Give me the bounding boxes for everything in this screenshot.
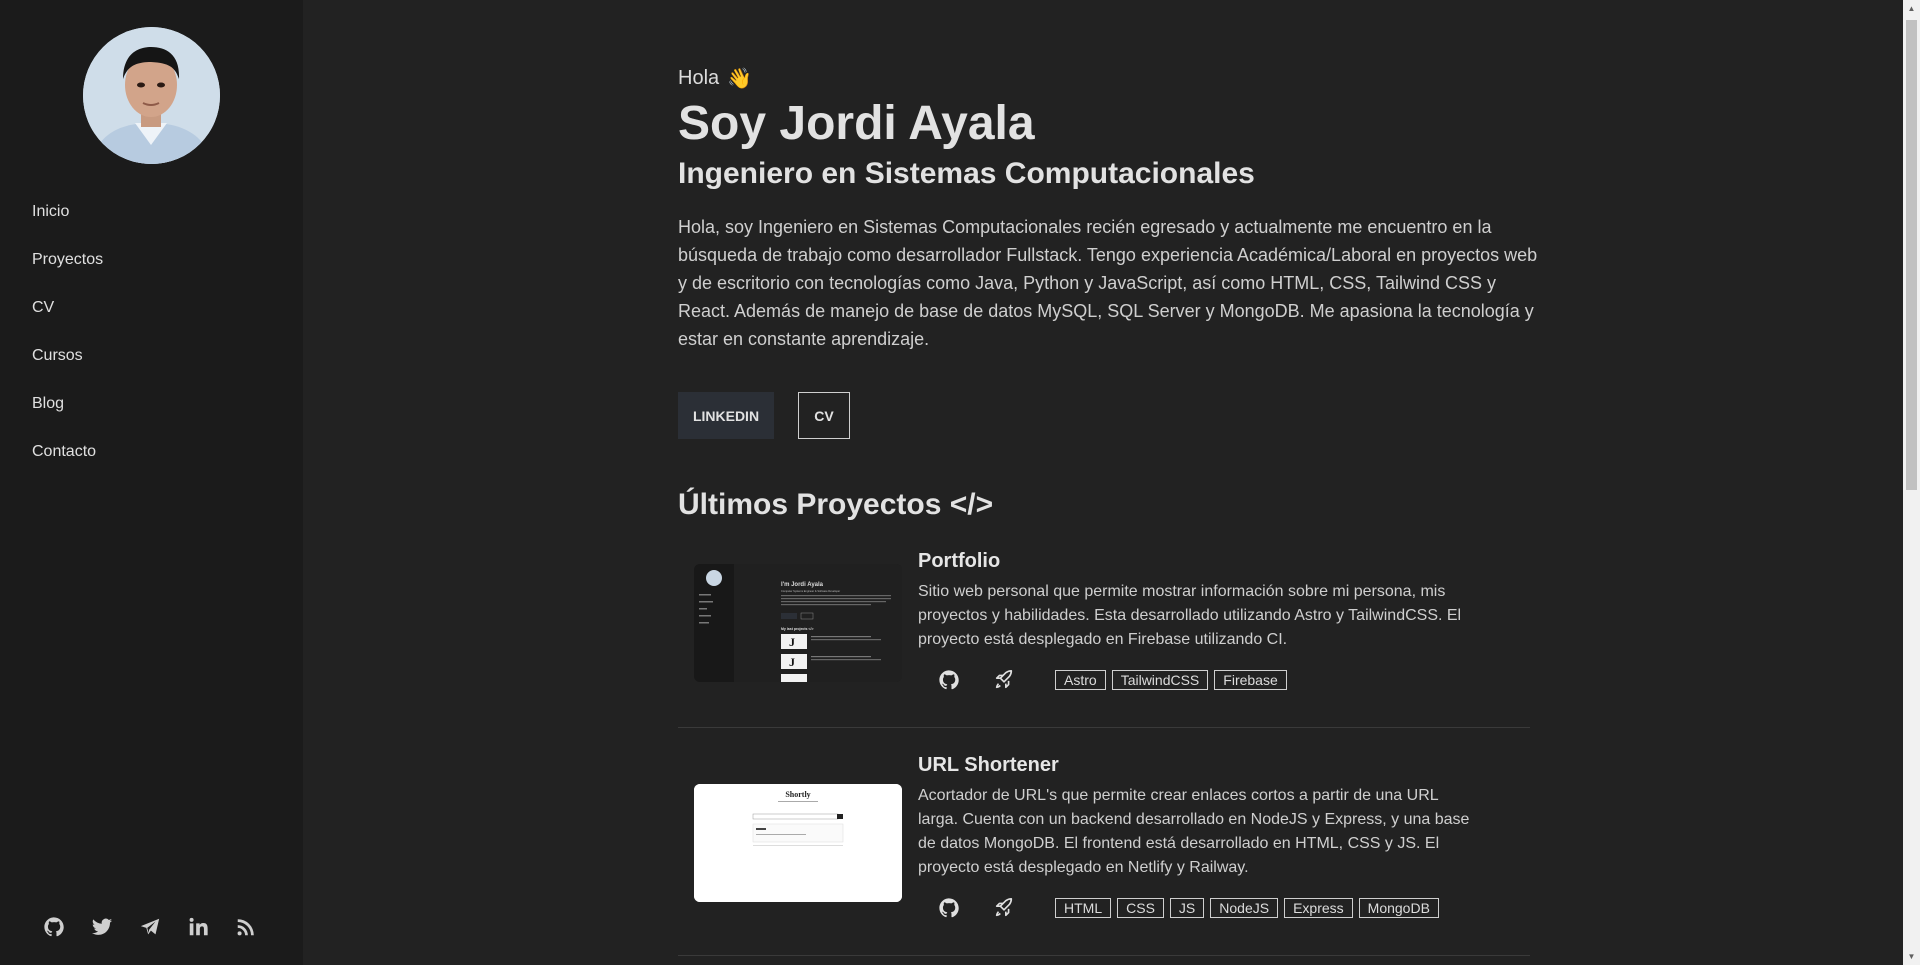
project-actions: Astro TailwindCSS Firebase: [938, 669, 1287, 691]
projects-section-title: Últimos Proyectos </>: [678, 488, 994, 521]
sidebar-nav: Inicio Proyectos CV Cursos Blog Contacto: [32, 196, 103, 484]
nav-item-inicio[interactable]: Inicio: [32, 196, 103, 244]
svg-text:J: J: [789, 635, 795, 649]
tag: Astro: [1055, 670, 1106, 690]
linkedin-button[interactable]: LINKEDIN: [678, 392, 774, 439]
project-description: Acortador de URL's que permite crear enl…: [918, 787, 1470, 876]
project-description: Sitio web personal que permite mostrar i…: [918, 583, 1462, 648]
cv-button[interactable]: CV: [798, 392, 850, 439]
tag: JS: [1169, 898, 1205, 918]
rocket-icon[interactable]: [993, 897, 1015, 919]
thumb-name: I'm Jordi Ayala: [781, 582, 824, 588]
subtitle: Ingeniero en Sistemas Computacionales: [678, 157, 1255, 190]
project-title[interactable]: Portfolio: [918, 550, 1000, 573]
svg-text:J: J: [789, 655, 795, 669]
nav-item-contacto[interactable]: Contacto: [32, 436, 103, 484]
shortly-preview: Shortly: [694, 784, 902, 902]
github-icon[interactable]: [938, 897, 960, 919]
project-card: I'm Jordi Ayala Computer Systems Enginee…: [678, 550, 1530, 728]
tag: Firebase: [1214, 670, 1287, 690]
divider: [678, 727, 1530, 728]
project-title[interactable]: URL Shortener: [918, 754, 1059, 777]
tag: TailwindCSS: [1111, 670, 1209, 690]
scroll-up-icon[interactable]: ▲: [1903, 0, 1920, 17]
linkedin-icon[interactable]: [187, 916, 209, 938]
rocket-icon[interactable]: [993, 669, 1015, 691]
tag: CSS: [1117, 898, 1164, 918]
social-links: [43, 916, 257, 938]
divider: [678, 955, 1530, 956]
tag: MongoDB: [1358, 898, 1439, 918]
tag-list: Astro TailwindCSS Firebase: [1055, 670, 1287, 690]
nav-item-cursos[interactable]: Cursos: [32, 340, 103, 388]
github-icon[interactable]: [938, 669, 960, 691]
greeting: Hola 👋: [678, 66, 752, 91]
tag: HTML: [1055, 898, 1112, 918]
tag-list: HTML CSS JS NodeJS Express MongoDB: [1055, 898, 1439, 918]
github-icon[interactable]: [43, 916, 65, 938]
project-thumbnail[interactable]: I'm Jordi Ayala Computer Systems Enginee…: [694, 564, 902, 682]
bio-paragraph: Hola, soy Ingeniero en Sistemas Computac…: [678, 217, 1538, 349]
project-actions: HTML CSS JS NodeJS Express MongoDB: [938, 897, 1439, 919]
scroll-down-icon[interactable]: ▼: [1903, 948, 1920, 965]
avatar: [83, 27, 220, 164]
nav-item-cv[interactable]: CV: [32, 292, 103, 340]
thumb-role: Computer Systems Engineer & Software Dev…: [781, 589, 840, 593]
thumb-section-title: My last projects </>: [781, 627, 814, 631]
nav-item-blog[interactable]: Blog: [32, 388, 103, 436]
project-card: Shortly URL Shortener Acortador de URL's…: [678, 754, 1530, 956]
thumb-shortly-title: Shortly: [785, 790, 810, 799]
wave-emoji-icon: 👋: [727, 68, 753, 90]
project-thumbnail[interactable]: Shortly: [694, 784, 902, 902]
greeting-text: Hola: [678, 67, 720, 89]
tag: NodeJS: [1210, 898, 1279, 918]
nav-item-proyectos[interactable]: Proyectos: [32, 244, 103, 292]
twitter-icon[interactable]: [91, 916, 113, 938]
scrollbar[interactable]: ▲ ▼: [1903, 0, 1920, 965]
portfolio-preview: I'm Jordi Ayala Computer Systems Enginee…: [694, 564, 902, 682]
sidebar: Inicio Proyectos CV Cursos Blog Contacto: [0, 0, 303, 965]
avatar-photo: [83, 27, 220, 164]
tag: Express: [1284, 898, 1353, 918]
page-title: Soy Jordi Ayala: [678, 97, 1035, 150]
rss-icon[interactable]: [235, 916, 257, 938]
scroll-thumb[interactable]: [1906, 20, 1917, 490]
telegram-icon[interactable]: [139, 916, 161, 938]
